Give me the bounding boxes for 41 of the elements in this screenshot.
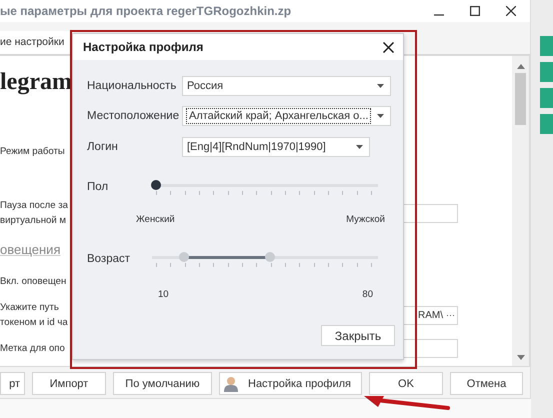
caret-icon [356, 145, 363, 149]
field-label: Местоположение [87, 110, 180, 122]
dropdown[interactable]: [Eng|4][RndNum|1970|1990] [182, 137, 370, 157]
field-label: Логин [87, 141, 119, 153]
setting-label: Вкл. оповещен [0, 274, 66, 288]
browse-button[interactable]: ··· [444, 310, 457, 320]
tab[interactable]: ие настройки [0, 31, 74, 54]
slider-min-label: Женский [136, 214, 175, 224]
section-heading: legram [0, 68, 72, 97]
close-icon[interactable] [506, 6, 516, 16]
window-title: ые параметры для проекта regerTGRogozhkin.zp [0, 4, 292, 18]
section-title: овещения [0, 242, 60, 256]
close-icon[interactable] [383, 42, 394, 52]
slider-label: Возраст [87, 253, 132, 265]
scrollbar[interactable] [512, 56, 529, 366]
slider-min-label: 10 [158, 288, 169, 300]
field-label: Национальность [87, 80, 178, 92]
caret-icon [377, 114, 384, 118]
dropdown[interactable]: Россия [182, 76, 391, 96]
scroll-thumb[interactable] [515, 73, 526, 125]
slider-max-label: Мужской [346, 214, 385, 224]
scroll-up-icon[interactable] [516, 64, 524, 69]
footer-button[interactable]: OK [369, 372, 443, 395]
setting-label: Укажите путь токеном и id ча [0, 301, 68, 330]
slider-max-label: 80 [362, 288, 373, 300]
slider-label: Пол [87, 181, 110, 193]
footer-button[interactable]: Отмена [450, 372, 523, 395]
user-icon [224, 376, 238, 392]
setting-label: Режим работы [0, 144, 65, 158]
setting-label: Пауза после за виртуальной м [0, 199, 68, 228]
setting-label: Метка для опо [0, 342, 65, 356]
footer-button[interactable]: Настройка профиля [219, 372, 362, 395]
dropdown[interactable]: Алтайский край; Архангельская о... [182, 106, 391, 126]
scroll-down-icon[interactable] [516, 355, 524, 360]
footer-button[interactable]: рт [0, 372, 25, 395]
caret-icon [377, 84, 384, 88]
footer-button[interactable]: По умолчанию [113, 372, 212, 395]
maximize-icon[interactable] [470, 6, 480, 16]
close-button[interactable]: Закрыть [321, 325, 395, 346]
footer-button[interactable]: Импорт [32, 372, 106, 395]
dialog-title: Настройка профиля [83, 40, 204, 54]
